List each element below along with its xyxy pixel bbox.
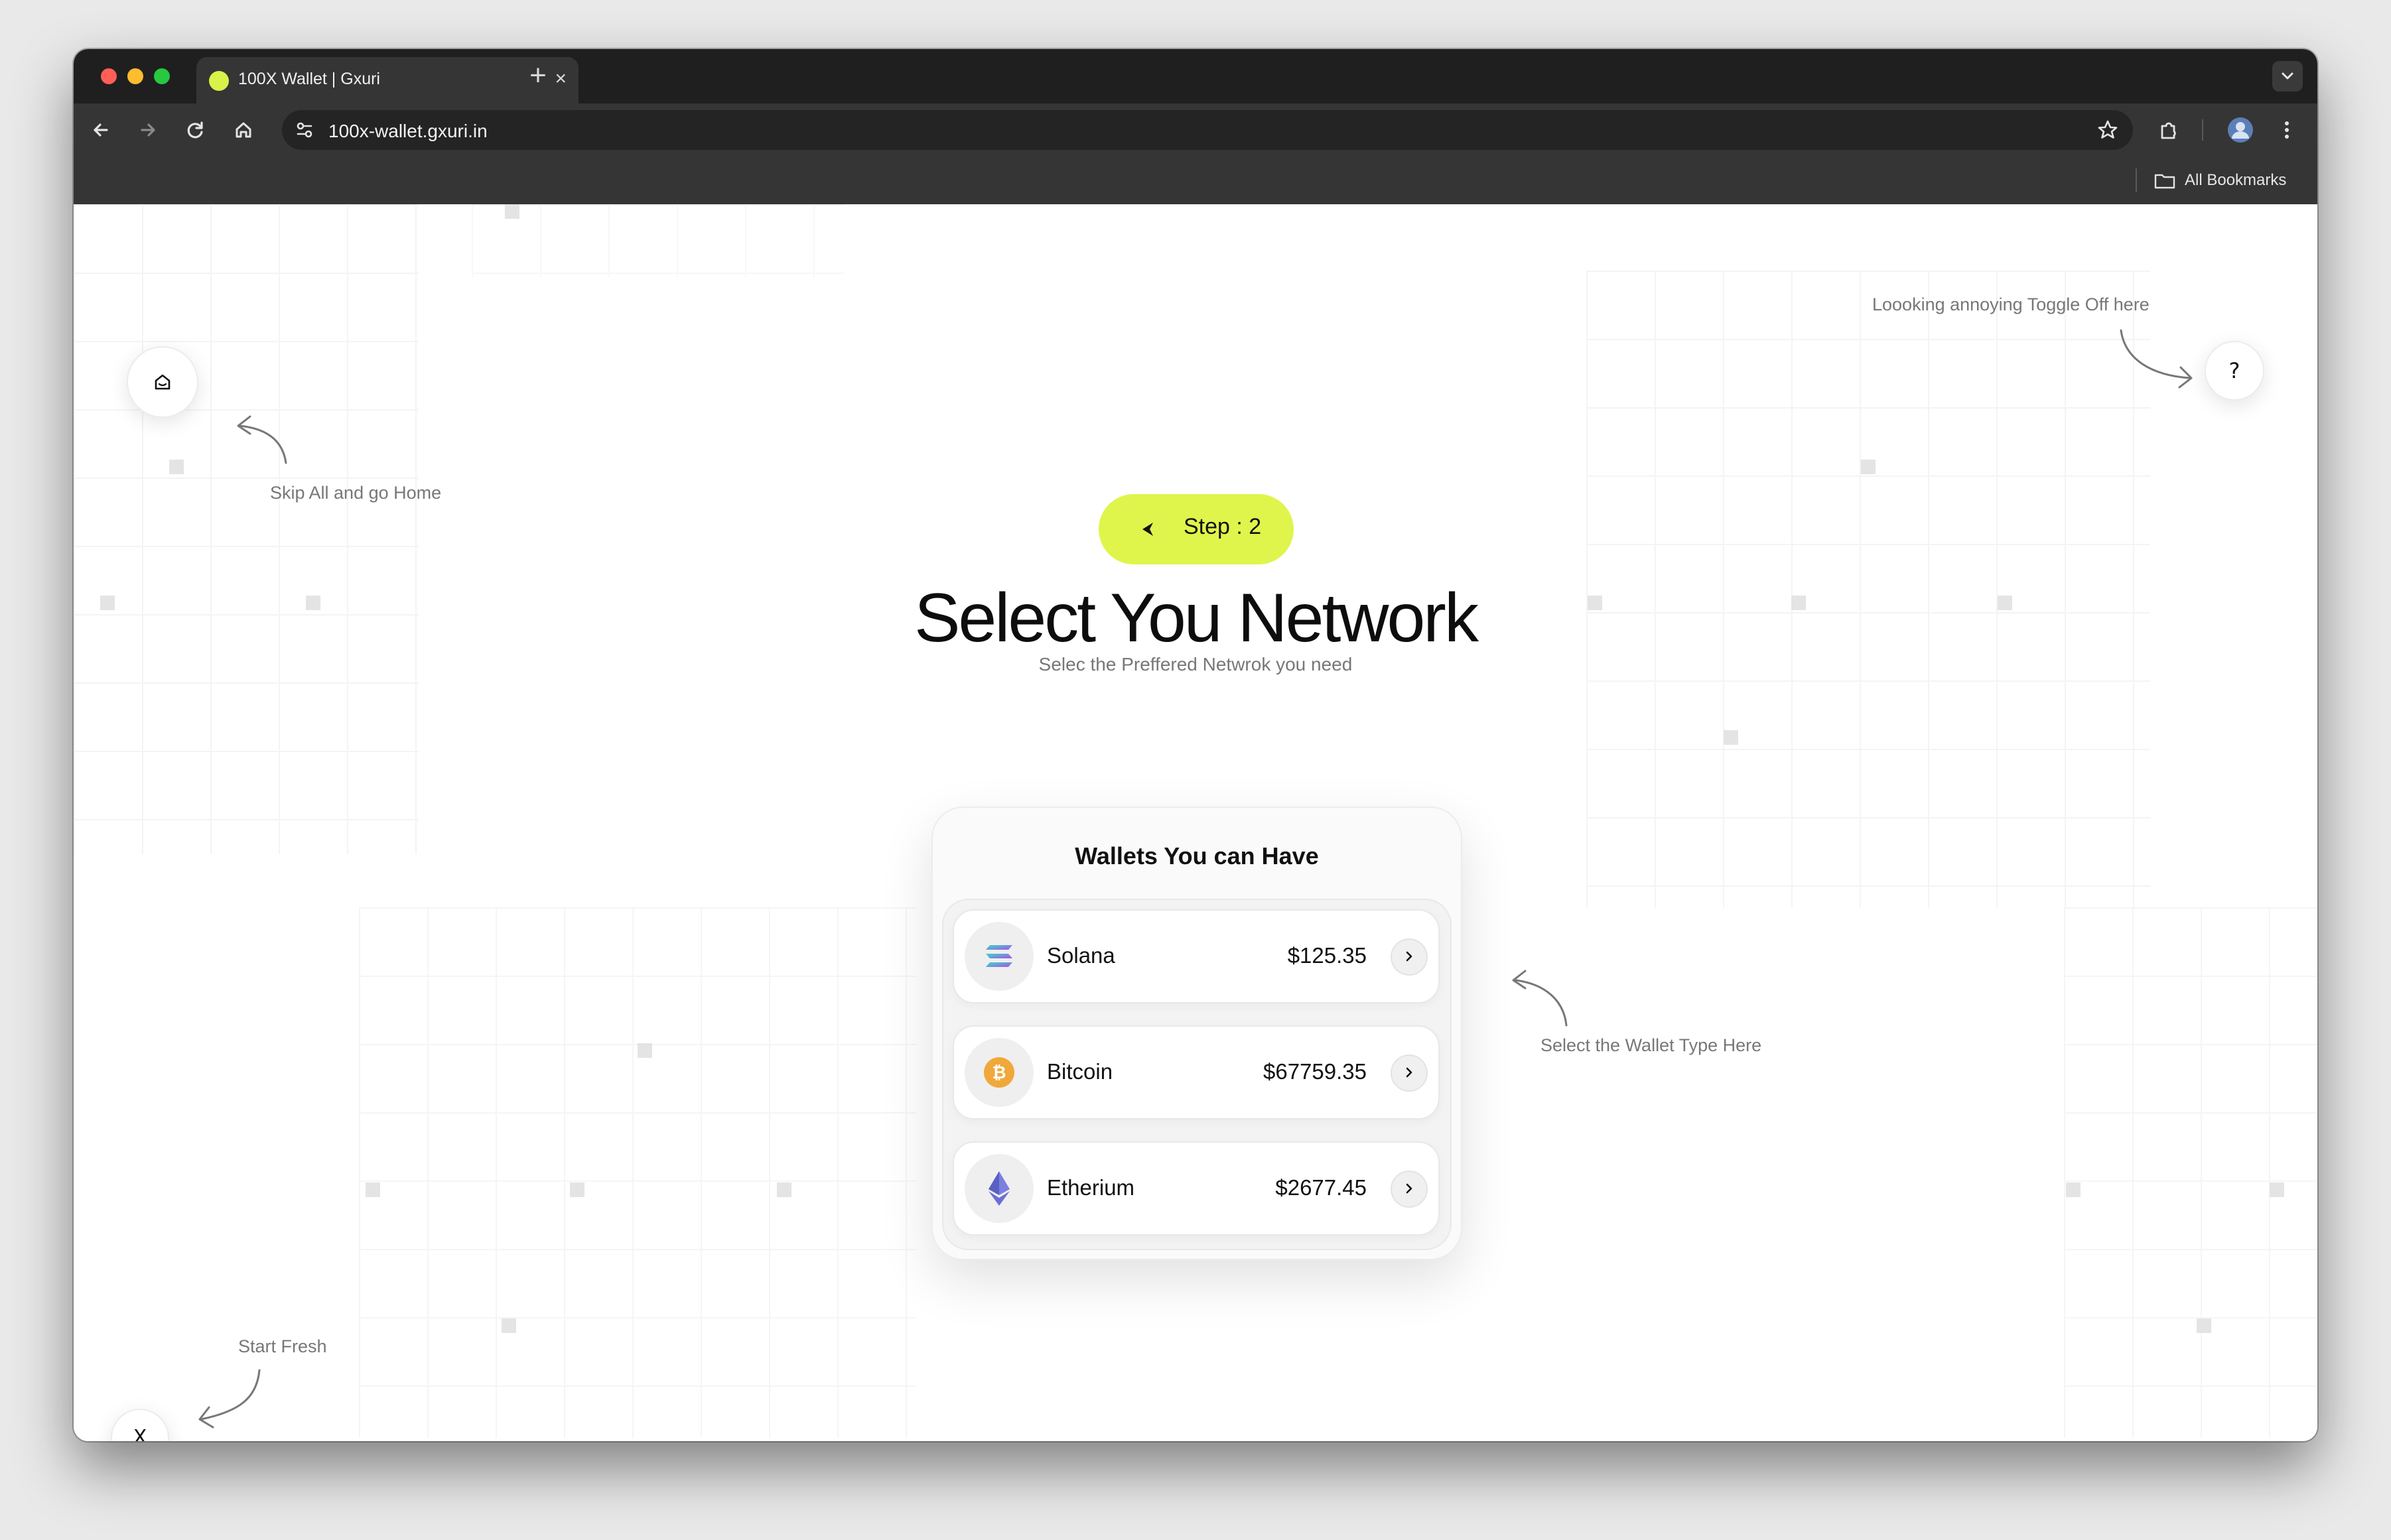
browser-menu-button[interactable] (2270, 113, 2304, 147)
site-settings-icon (297, 122, 312, 138)
bookmarks-bar: All Bookmarks (74, 157, 2317, 204)
arrow-right-icon (141, 123, 155, 137)
wallet-value: $2677.45 (1275, 1175, 1367, 1200)
arrow-left-icon (94, 123, 108, 137)
grid-marker (2197, 1318, 2211, 1333)
wallet-open-button[interactable] (1391, 1055, 1428, 1092)
wallet-row-ethereum[interactable]: Etherium $2677.45 (953, 1141, 1440, 1236)
help-hint: Loooking annoying Toggle Off here (1872, 294, 2150, 314)
background-grid-left (74, 204, 419, 854)
reload-button[interactable] (178, 113, 213, 147)
home-icon (155, 374, 171, 390)
home-button[interactable] (226, 113, 261, 147)
svg-text:₿: ₿ (992, 1063, 1006, 1083)
all-bookmarks-button[interactable]: All Bookmarks (2153, 162, 2304, 199)
step-back-button[interactable]: Step : 2 (1099, 494, 1294, 564)
extensions-button[interactable] (2152, 113, 2186, 147)
back-triangle-icon (1142, 523, 1153, 536)
wallet-open-button[interactable] (1391, 938, 1428, 976)
wallet-list: Solana $125.35 ₿ Bitcoin $67759.35 Ether… (942, 899, 1452, 1250)
grid-marker (777, 1183, 791, 1197)
grid-marker (638, 1043, 652, 1058)
browser-toolbar: 100x-wallet.gxuri.in (74, 103, 2317, 157)
tab-close-button[interactable]: × (555, 67, 567, 91)
page-subtitle: Selec the Preffered Netwrok you need (1038, 654, 1353, 674)
favicon-icon (209, 71, 229, 91)
start-fresh-button[interactable]: X (111, 1409, 169, 1441)
browser-window: 100X Wallet | Gxuri × + 100x-wallet.gxur… (74, 49, 2317, 1441)
grid-marker (570, 1183, 584, 1197)
back-button[interactable] (84, 113, 118, 147)
ethereum-icon (965, 1154, 1034, 1223)
curved-arrow-icon (237, 415, 287, 464)
wallet-value: $67759.35 (1263, 1059, 1367, 1084)
grid-marker (366, 1183, 380, 1197)
grid-marker (502, 1318, 516, 1333)
wallet-name: Solana (1047, 943, 1115, 968)
new-tab-button[interactable]: + (519, 58, 557, 96)
curved-arrow-icon (2120, 329, 2193, 389)
grid-marker (2066, 1183, 2081, 1197)
wallet-hint: Select the Wallet Type Here (1540, 1035, 1762, 1055)
forward-button[interactable] (131, 113, 165, 147)
wallet-card: Wallets You can Have Solana $125.35 ₿ Bi… (931, 806, 1462, 1260)
toolbar-divider (2202, 119, 2203, 141)
grid-marker (505, 204, 519, 219)
card-title: Wallets You can Have (1075, 842, 1319, 869)
background-grid-top (472, 204, 843, 277)
home-hint: Skip All and go Home (270, 483, 442, 503)
chevron-down-icon (2282, 72, 2293, 80)
solana-icon (965, 922, 1034, 991)
wallet-name: Etherium (1047, 1175, 1135, 1200)
url-text: 100x-wallet.gxuri.in (328, 121, 488, 141)
chevron-right-icon (1406, 1183, 1412, 1194)
wallet-open-button[interactable] (1391, 1171, 1428, 1208)
grid-marker (169, 460, 184, 474)
start-fresh-hint: Start Fresh (238, 1336, 327, 1356)
maximize-window-button[interactable] (154, 68, 170, 84)
bookmarks-divider (2136, 168, 2137, 192)
wallet-name: Bitcoin (1047, 1059, 1113, 1084)
chevron-right-icon (1406, 951, 1412, 962)
puzzle-icon (2161, 122, 2176, 139)
grid-marker (1724, 730, 1738, 745)
minimize-window-button[interactable] (127, 68, 143, 84)
wallet-row-solana[interactable]: Solana $125.35 (953, 909, 1440, 1003)
step-label: Step : 2 (1184, 514, 1262, 539)
background-grid-bottom-right (2064, 907, 2317, 1438)
home-shortcut-button[interactable] (127, 346, 198, 418)
profile-avatar[interactable] (2223, 113, 2258, 147)
tab-strip: 100X Wallet | Gxuri × + (74, 49, 2317, 103)
home-icon (236, 122, 251, 138)
chevron-right-icon (1406, 1067, 1412, 1078)
grid-marker (1861, 460, 1876, 474)
tab-title: 100X Wallet | Gxuri (238, 70, 380, 88)
more-vertical-icon (2285, 121, 2289, 139)
page-title: Select You Network (914, 580, 1479, 657)
avatar-icon (2228, 117, 2253, 143)
grid-marker (2270, 1183, 2284, 1197)
all-bookmarks-label: All Bookmarks (2185, 171, 2287, 189)
close-window-button[interactable] (101, 68, 117, 84)
reload-icon (187, 121, 203, 139)
curved-arrow-icon (198, 1369, 261, 1429)
address-bar[interactable]: 100x-wallet.gxuri.in (282, 110, 2133, 150)
page-content: Skip All and go Home Loooking annoying T… (74, 204, 2317, 1441)
star-icon[interactable] (2094, 117, 2121, 143)
wallet-value: $125.35 (1287, 943, 1367, 968)
curved-arrow-icon (1512, 970, 1568, 1027)
bitcoin-icon: ₿ (965, 1038, 1034, 1107)
folder-icon (2154, 174, 2175, 189)
background-grid-bottom-left (359, 907, 916, 1438)
tab-search-button[interactable] (2272, 61, 2303, 92)
help-button[interactable]: ? (2205, 341, 2264, 401)
wallet-row-bitcoin[interactable]: ₿ Bitcoin $67759.35 (953, 1025, 1440, 1120)
